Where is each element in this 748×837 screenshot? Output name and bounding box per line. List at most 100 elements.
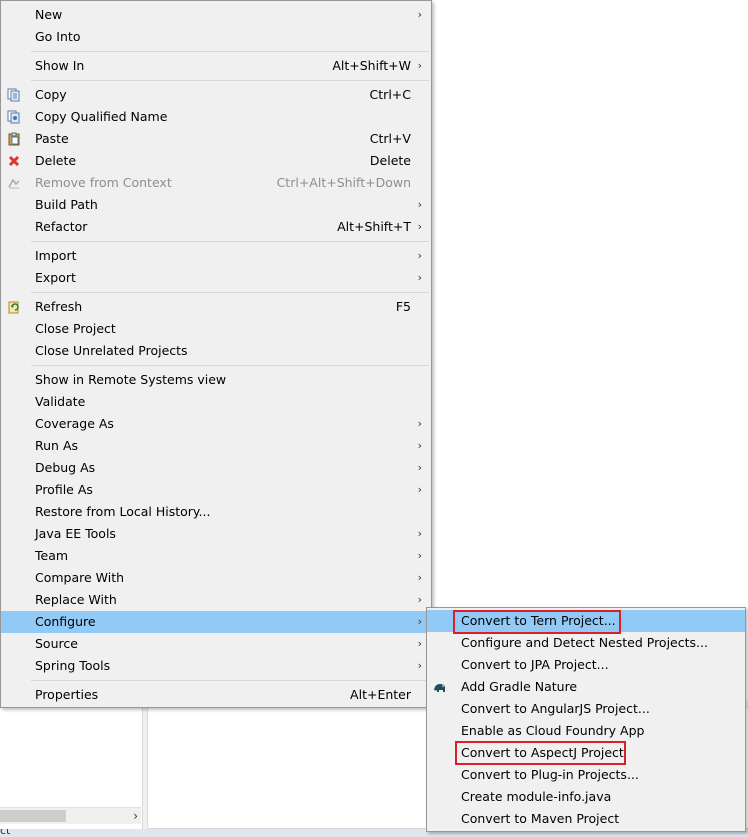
main-item-build-path[interactable]: Build Path › (1, 194, 431, 216)
main-item-show-in[interactable]: Show In Alt+Shift+W › (1, 55, 431, 77)
menu-item-label: Show In (35, 58, 85, 73)
menu-item-label: Close Project (35, 321, 116, 336)
main-item-compare-with[interactable]: Compare With › (1, 567, 431, 589)
main-item-paste[interactable]: Paste Ctrl+V (1, 128, 431, 150)
menu-item-label: Paste (35, 131, 69, 146)
paste-icon (7, 132, 21, 146)
main-item-copy-qualified-name[interactable]: Copy Qualified Name (1, 106, 431, 128)
main-item-refresh[interactable]: Refresh F5 (1, 296, 431, 318)
menu-item-shortcut: Ctrl+V (369, 131, 411, 146)
menu-item-label: Delete (35, 153, 77, 168)
menu-item-label: New (35, 7, 63, 22)
submenu-arrow-icon: › (417, 271, 422, 284)
submenu-arrow-icon: › (417, 659, 422, 672)
menu-item-label: Go Into (35, 29, 81, 44)
copy-icon (7, 88, 21, 102)
project-context-menu: New › Go Into Show In Alt+Shift+W › Copy Ctrl+C… (0, 0, 432, 708)
menu-item-label: Replace With (35, 592, 117, 607)
menu-item-label: Convert to Maven Project (461, 811, 620, 826)
main-item-restore-from-local-history[interactable]: Restore from Local History... (1, 501, 431, 523)
submenu-arrow-icon: › (417, 527, 422, 540)
menu-item-label: Java EE Tools (35, 526, 116, 541)
menu-item-label: Configure and Detect Nested Projects... (461, 635, 708, 650)
sub-item-convert-to-jpa-project[interactable]: Convert to JPA Project... (427, 654, 745, 676)
status-text: ct (0, 829, 11, 837)
main-item-import[interactable]: Import › (1, 245, 431, 267)
menu-item-label: Close Unrelated Projects (35, 343, 188, 358)
copy-qualified-name-icon (7, 110, 21, 124)
annotation-box-tern (453, 610, 621, 634)
main-item-replace-with[interactable]: Replace With › (1, 589, 431, 611)
main-item-properties[interactable]: Properties Alt+Enter (1, 684, 431, 706)
submenu-arrow-icon: › (417, 8, 422, 21)
sub-item-create-module-info-java[interactable]: Create module-info.java (427, 786, 745, 808)
sub-item-add-gradle-nature[interactable]: Add Gradle Nature (427, 676, 745, 698)
menu-item-label: Copy Qualified Name (35, 109, 168, 124)
main-item-debug-as[interactable]: Debug As › (1, 457, 431, 479)
menu-item-shortcut: Delete (369, 153, 411, 168)
menu-item-label: Spring Tools (35, 658, 111, 673)
menu-item-label: Export (35, 270, 76, 285)
sub-item-enable-as-cloud-foundry-app[interactable]: Enable as Cloud Foundry App (427, 720, 745, 742)
main-item-show-in-remote-systems-view[interactable]: Show in Remote Systems view (1, 369, 431, 391)
main-item-run-as[interactable]: Run As › (1, 435, 431, 457)
delete-icon (7, 154, 21, 168)
submenu-arrow-icon: › (417, 549, 422, 562)
main-item-profile-as[interactable]: Profile As › (1, 479, 431, 501)
menu-item-label: Build Path (35, 197, 98, 212)
menu-item-label: Profile As (35, 482, 93, 497)
main-item-go-into[interactable]: Go Into (1, 26, 431, 48)
submenu-arrow-icon: › (417, 593, 422, 606)
configure-submenu: Convert to Tern Project... Configure and … (426, 607, 746, 832)
scrollbar-thumb[interactable] (0, 810, 66, 822)
menu-item-label: Import (35, 248, 77, 263)
main-item-team[interactable]: Team › (1, 545, 431, 567)
main-item-export[interactable]: Export › (1, 267, 431, 289)
menu-item-label: Remove from Context (35, 175, 172, 190)
menu-item-shortcut: Alt+Shift+W (332, 58, 411, 73)
menu-item-label: Restore from Local History... (35, 504, 211, 519)
menu-separator (31, 365, 429, 366)
submenu-arrow-icon: › (417, 220, 422, 233)
scroll-right-arrow-icon[interactable]: › (133, 808, 138, 824)
main-item-new[interactable]: New › (1, 4, 431, 26)
main-item-source[interactable]: Source › (1, 633, 431, 655)
sub-item-convert-to-angularjs-project[interactable]: Convert to AngularJS Project... (427, 698, 745, 720)
menu-item-label: Convert to JPA Project... (461, 657, 609, 672)
menu-separator (31, 51, 429, 52)
submenu-arrow-icon: › (417, 249, 422, 262)
menu-item-shortcut: Alt+Shift+T (337, 219, 411, 234)
submenu-arrow-icon: › (417, 198, 422, 211)
menu-item-shortcut: Alt+Enter (350, 687, 411, 702)
main-item-copy[interactable]: Copy Ctrl+C (1, 84, 431, 106)
menu-separator (31, 80, 429, 81)
menu-item-label: Create module-info.java (461, 789, 612, 804)
remove-context-icon (7, 176, 21, 190)
refresh-icon (7, 300, 21, 314)
menu-item-label: Validate (35, 394, 86, 409)
sub-item-convert-to-maven-project[interactable]: Convert to Maven Project (427, 808, 745, 830)
submenu-arrow-icon: › (417, 637, 422, 650)
sub-item-convert-to-plug-in-projects[interactable]: Convert to Plug-in Projects... (427, 764, 745, 786)
main-item-java-ee-tools[interactable]: Java EE Tools › (1, 523, 431, 545)
menu-item-label: Coverage As (35, 416, 114, 431)
menu-item-label: Configure (35, 614, 96, 629)
submenu-arrow-icon: › (417, 571, 422, 584)
menu-item-label: Enable as Cloud Foundry App (461, 723, 645, 738)
sub-item-configure-and-detect-nested-projects[interactable]: Configure and Detect Nested Projects... (427, 632, 745, 654)
submenu-arrow-icon: › (417, 59, 422, 72)
main-item-delete[interactable]: Delete Delete (1, 150, 431, 172)
main-item-validate[interactable]: Validate (1, 391, 431, 413)
menu-item-label: Convert to Plug-in Projects... (461, 767, 639, 782)
menu-separator (31, 292, 429, 293)
annotation-box-aspectj (455, 741, 626, 765)
main-item-spring-tools[interactable]: Spring Tools › (1, 655, 431, 677)
main-item-refactor[interactable]: Refactor Alt+Shift+T › (1, 216, 431, 238)
gradle-elephant-icon (433, 680, 447, 694)
main-item-close-unrelated-projects[interactable]: Close Unrelated Projects (1, 340, 431, 362)
main-item-configure[interactable]: Configure › (1, 611, 431, 633)
horizontal-scrollbar[interactable]: › (0, 807, 141, 824)
main-item-close-project[interactable]: Close Project (1, 318, 431, 340)
menu-item-label: Run As (35, 438, 79, 453)
main-item-coverage-as[interactable]: Coverage As › (1, 413, 431, 435)
